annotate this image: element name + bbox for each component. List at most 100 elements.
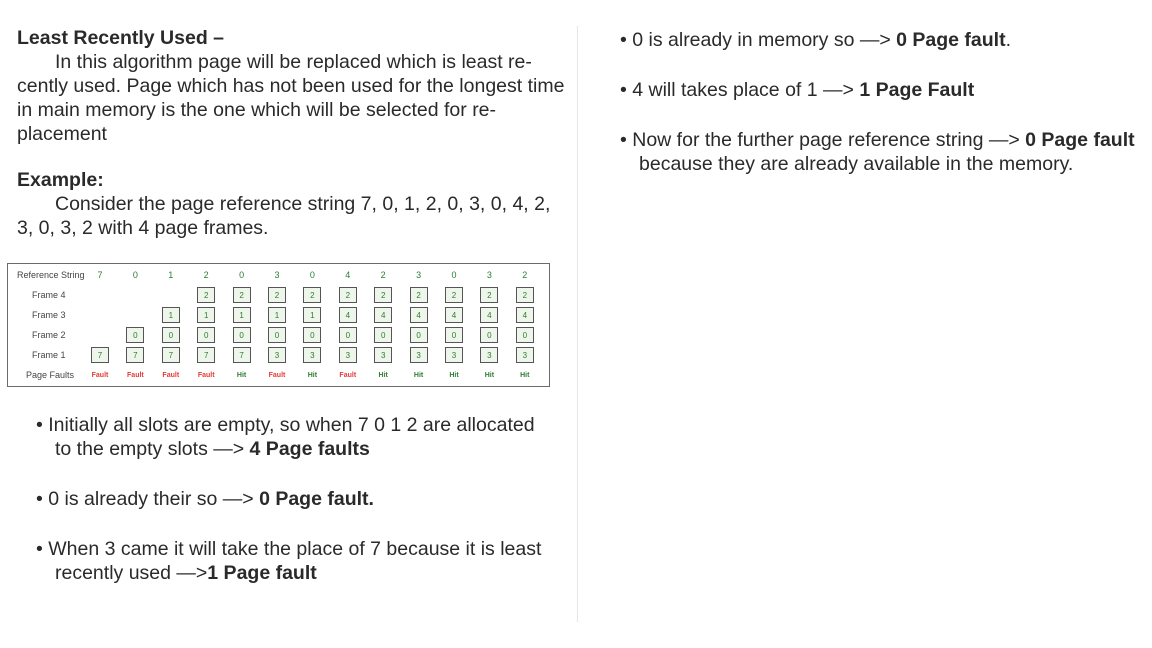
intro-paragraph: In this algorithm page will be replaced …	[17, 51, 565, 145]
reference-value: 3	[274, 270, 280, 280]
frame-cell: 0	[197, 327, 216, 343]
bullet-bold-text: 0 Page fault	[896, 29, 1006, 51]
frame-cell: 3	[515, 347, 534, 363]
bullet-text: Now for the further page reference strin…	[632, 129, 1026, 151]
reference-value: 0	[451, 270, 457, 280]
frame-cell: 2	[338, 287, 357, 303]
bullet-text: 4 will takes place of 1 —>	[632, 79, 860, 101]
frame-cell: 7	[197, 347, 216, 363]
reference-value: 3	[486, 270, 492, 280]
bullet-dot-icon: •	[620, 129, 633, 151]
bullet-bold-text: 0 Page fault	[1025, 129, 1135, 151]
frame-cell: 4	[445, 307, 463, 323]
bullet-dot-icon: •	[36, 538, 49, 560]
fault-result: Fault	[268, 372, 286, 379]
example-paragraph: Consider the page reference string 7, 0,…	[17, 193, 551, 239]
frame-cell: 2	[374, 287, 393, 303]
bullet-item: • 4 will takes place of 1 —> 1 Page Faul…	[620, 78, 1140, 102]
bullet-dot-icon: •	[36, 488, 49, 510]
bullet-dot-icon: •	[620, 79, 633, 101]
frame-cell: 2	[515, 287, 534, 303]
reference-value: 4	[345, 270, 351, 280]
frame-cell: 2	[197, 287, 216, 303]
fault-result: Hit	[484, 372, 495, 379]
frame-cell: 7	[232, 347, 251, 363]
reference-value: 3	[416, 270, 422, 280]
frame-cell: 0	[268, 327, 286, 343]
reference-string-label: Reference String	[17, 270, 85, 280]
fault-result: Hit	[520, 372, 530, 379]
frame-cell: 3	[268, 347, 286, 363]
left-column: Least Recently Used – In this algorithm …	[17, 26, 565, 240]
fault-result: Fault	[197, 372, 215, 379]
bullet-item: • Initially all slots are empty, so when…	[36, 413, 556, 461]
frame-cell: 4	[409, 307, 428, 323]
reference-value: 2	[522, 270, 528, 280]
section-title: Least Recently Used –	[17, 27, 225, 49]
frame-cell: 2	[480, 287, 499, 303]
frame-cell: 0	[338, 327, 357, 343]
frame-cell: 0	[374, 327, 393, 343]
frame-cell: 4	[480, 307, 499, 323]
bullet-dot-icon: •	[36, 414, 49, 436]
frame-cell: 7	[161, 347, 180, 363]
frame-cell: 4	[515, 307, 534, 323]
frame-cell: 3	[303, 347, 322, 363]
reference-value: 0	[132, 270, 138, 280]
fault-result: Hit	[378, 372, 388, 379]
right-bullet-list: • 0 is already in memory so —> 0 Page fa…	[620, 28, 1140, 202]
frame-cell: 7	[126, 347, 145, 363]
frame-cell: 1	[268, 307, 286, 323]
frame-cell: 0	[126, 327, 145, 343]
frame-cell: 3	[374, 347, 393, 363]
frame-cell: 4	[374, 307, 393, 323]
frame-cell: 1	[232, 307, 251, 323]
frame-cell: 2	[268, 287, 286, 303]
frame-cell: 2	[445, 287, 463, 303]
reference-value: 7	[97, 270, 103, 280]
frame-cell: 3	[338, 347, 357, 363]
bullet-tail-text: .	[1005, 29, 1012, 51]
frame-cell: 0	[515, 327, 534, 343]
bullet-item: • Now for the further page reference str…	[620, 128, 1140, 176]
column-divider	[577, 26, 578, 622]
frame-cell: 1	[303, 307, 322, 323]
frame-cell: 2	[232, 287, 251, 303]
frame-cell: 3	[480, 347, 499, 363]
frame-cell: 0	[409, 327, 428, 343]
frame-cell: 0	[303, 327, 322, 343]
fault-result: Hit	[307, 372, 318, 379]
bullet-text: 0 is already in memory so —>	[632, 29, 897, 51]
fault-result: Hit	[413, 372, 424, 379]
bullet-bold-text: 1 Page Fault	[859, 79, 975, 101]
reference-value: 0	[239, 270, 245, 280]
reference-value: 1	[168, 270, 174, 280]
fault-result: Fault	[339, 372, 357, 379]
bullet-bold-text: 4 Page faults	[249, 438, 370, 460]
frame-cell: 0	[480, 327, 499, 343]
frame-cell: 2	[303, 287, 322, 303]
frame-label: Frame 4	[32, 290, 66, 300]
frame-label: Frame 3	[32, 310, 66, 320]
frame-cell: 0	[161, 327, 180, 343]
page-replacement-table: Reference String 7 0 1 2 0 3 0 4 2 3 0 3 2 Frame 42222…	[7, 263, 550, 387]
frame-cell: 3	[445, 347, 463, 363]
fault-result: Fault	[127, 372, 144, 379]
left-bullet-list: • Initially all slots are empty, so when…	[36, 413, 556, 611]
bullet-dot-icon: •	[620, 29, 633, 51]
frame-cell: 2	[409, 287, 428, 303]
bullet-bold-text: 0 Page fault.	[259, 488, 374, 510]
frame-cell: 4	[338, 307, 357, 323]
fault-result: Hit	[449, 372, 459, 379]
frame-cell: 0	[445, 327, 463, 343]
frame-cell: 7	[91, 347, 109, 363]
frame-label: Frame 1	[32, 350, 66, 360]
frame-cell: 3	[409, 347, 428, 363]
fault-result: Fault	[91, 372, 109, 379]
bullet-tail-text: because they are already available in th…	[639, 153, 1074, 175]
frame-cell: 0	[232, 327, 251, 343]
example-heading: Example:	[17, 169, 104, 191]
reference-value: 2	[203, 270, 209, 280]
frame-cell: 1	[197, 307, 216, 323]
reference-value: 2	[380, 270, 386, 280]
